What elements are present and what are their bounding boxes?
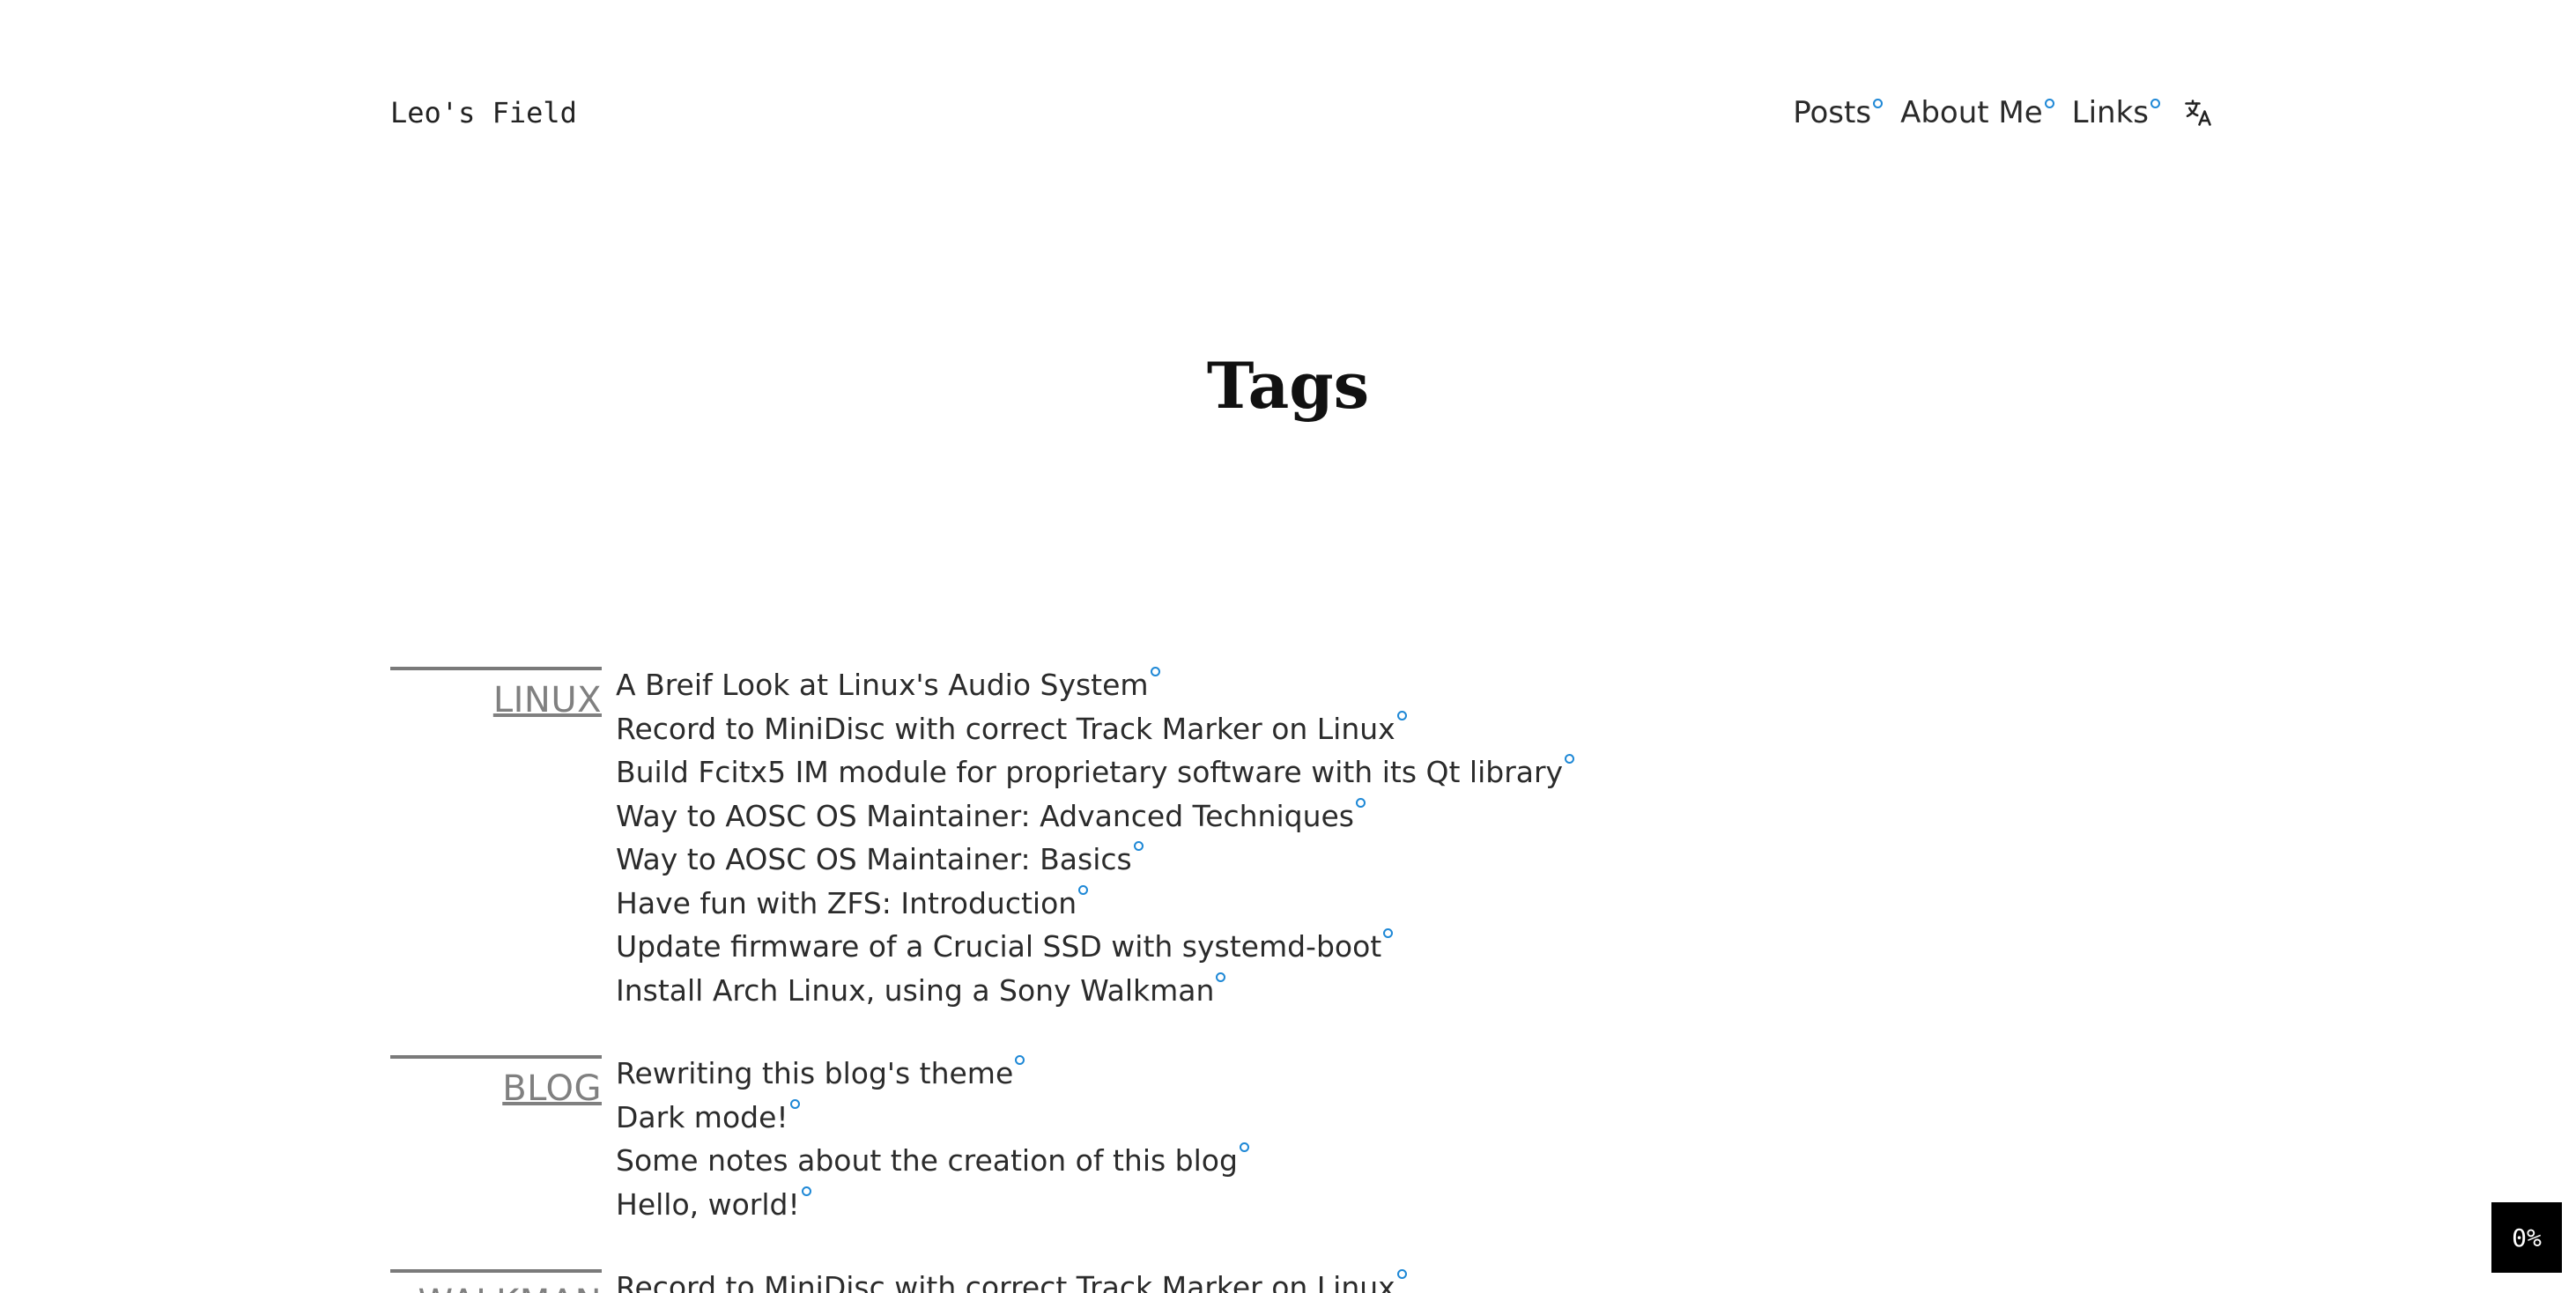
- post-list: Rewriting this blog's theme Dark mode! S…: [616, 1052, 1249, 1226]
- list-item: Record to MiniDisc with correct Track Ma…: [616, 707, 1574, 751]
- post-link[interactable]: Install Arch Linux, using a Sony Walkman: [616, 972, 1226, 1008]
- tag-label-blog[interactable]: BLOG: [390, 1059, 602, 1113]
- external-ring-icon: [1565, 754, 1575, 764]
- post-title: Some notes about the creation of this bl…: [616, 1143, 1238, 1178]
- post-title: Dark mode!: [616, 1099, 788, 1134]
- tag-label-walkman[interactable]: WALKMAN: [390, 1273, 602, 1293]
- list-item: Have fun with ZFS: Introduction: [616, 882, 1574, 926]
- post-title: Way to AOSC OS Maintainer: Advanced Tech…: [616, 798, 1355, 833]
- post-title: Rewriting this blog's theme: [616, 1056, 1014, 1090]
- post-title: Install Arch Linux, using a Sony Walkman: [616, 972, 1215, 1008]
- reading-progress-badge[interactable]: 0%: [2491, 1202, 2562, 1273]
- post-link[interactable]: Hello, world!: [616, 1186, 811, 1222]
- post-link[interactable]: Record to MiniDisc with correct Track Ma…: [616, 710, 1407, 746]
- nav-about-me-label: About Me: [1900, 95, 2043, 130]
- external-ring-icon: [1133, 841, 1144, 851]
- external-ring-icon: [1216, 972, 1226, 982]
- list-item: Way to AOSC OS Maintainer: Basics: [616, 838, 1574, 882]
- list-item: Way to AOSC OS Maintainer: Advanced Tech…: [616, 794, 1574, 839]
- translate-icon[interactable]: [2181, 95, 2215, 130]
- post-link[interactable]: Dark mode!: [616, 1098, 800, 1134]
- post-link[interactable]: Some notes about the creation of this bl…: [616, 1142, 1249, 1178]
- external-ring-icon: [1383, 928, 1394, 938]
- post-link[interactable]: Have fun with ZFS: Introduction: [616, 884, 1089, 920]
- post-title: Record to MiniDisc with correct Track Ma…: [616, 1270, 1395, 1293]
- external-ring-icon: [1239, 1142, 1249, 1152]
- external-ring-icon: [1396, 1269, 1407, 1279]
- list-item: Record to MiniDisc with correct Track Ma…: [616, 1266, 1407, 1293]
- external-ring-icon: [1873, 99, 1884, 108]
- post-title: Record to MiniDisc with correct Track Ma…: [616, 711, 1395, 746]
- external-ring-icon: [2044, 99, 2054, 108]
- post-title: Way to AOSC OS Maintainer: Basics: [616, 842, 1132, 876]
- post-list: Record to MiniDisc with correct Track Ma…: [616, 1266, 1407, 1293]
- post-link[interactable]: A Breif Look at Linux's Audio System: [616, 667, 1160, 702]
- tag-heading: BLOG: [390, 1055, 602, 1113]
- tag-label-linux[interactable]: LINUX: [390, 670, 602, 725]
- page-title: Tags: [1206, 348, 1370, 423]
- list-item: Some notes about the creation of this bl…: [616, 1139, 1249, 1183]
- list-item: Dark mode!: [616, 1096, 1249, 1140]
- post-link[interactable]: Record to MiniDisc with correct Track Ma…: [616, 1269, 1407, 1293]
- nav-posts-label: Posts: [1793, 95, 1872, 130]
- post-link[interactable]: Way to AOSC OS Maintainer: Basics: [616, 841, 1144, 876]
- external-ring-icon: [1078, 884, 1089, 895]
- external-ring-icon: [2150, 99, 2160, 108]
- site-title[interactable]: Leo's Field: [390, 92, 577, 134]
- main-nav: Posts About Me Links: [1793, 89, 2215, 137]
- post-link[interactable]: Build Fcitx5 IM module for proprietary s…: [616, 754, 1575, 789]
- external-ring-icon: [801, 1186, 811, 1196]
- list-item: Update firmware of a Crucial SSD with sy…: [616, 925, 1574, 969]
- tag-heading: LINUX: [390, 667, 602, 725]
- tag-heading: WALKMAN: [390, 1269, 602, 1293]
- list-item: Install Arch Linux, using a Sony Walkman: [616, 969, 1574, 1013]
- post-list: A Breif Look at Linux's Audio System Rec…: [616, 663, 1575, 1013]
- external-ring-icon: [1015, 1055, 1025, 1065]
- list-item: Hello, world!: [616, 1183, 1249, 1227]
- post-title: Have fun with ZFS: Introduction: [616, 885, 1077, 920]
- post-title: Update firmware of a Crucial SSD with sy…: [616, 929, 1382, 964]
- post-title: Build Fcitx5 IM module for proprietary s…: [616, 755, 1564, 789]
- nav-links[interactable]: Links: [2072, 95, 2160, 130]
- nav-posts[interactable]: Posts: [1793, 95, 1884, 130]
- nav-links-label: Links: [2071, 95, 2149, 130]
- post-title: Hello, world!: [616, 1186, 800, 1222]
- list-item: Build Fcitx5 IM module for proprietary s…: [616, 750, 1575, 794]
- post-link[interactable]: Way to AOSC OS Maintainer: Advanced Tech…: [616, 797, 1366, 833]
- post-link[interactable]: Update firmware of a Crucial SSD with sy…: [616, 928, 1394, 964]
- nav-about-me[interactable]: About Me: [1900, 95, 2054, 130]
- external-ring-icon: [789, 1098, 800, 1109]
- post-title: A Breif Look at Linux's Audio System: [616, 668, 1149, 702]
- list-item: Rewriting this blog's theme: [616, 1052, 1249, 1096]
- post-link[interactable]: Rewriting this blog's theme: [616, 1055, 1025, 1090]
- list-item: A Breif Look at Linux's Audio System: [616, 663, 1574, 707]
- external-ring-icon: [1356, 797, 1366, 808]
- external-ring-icon: [1150, 667, 1160, 676]
- external-ring-icon: [1396, 710, 1407, 720]
